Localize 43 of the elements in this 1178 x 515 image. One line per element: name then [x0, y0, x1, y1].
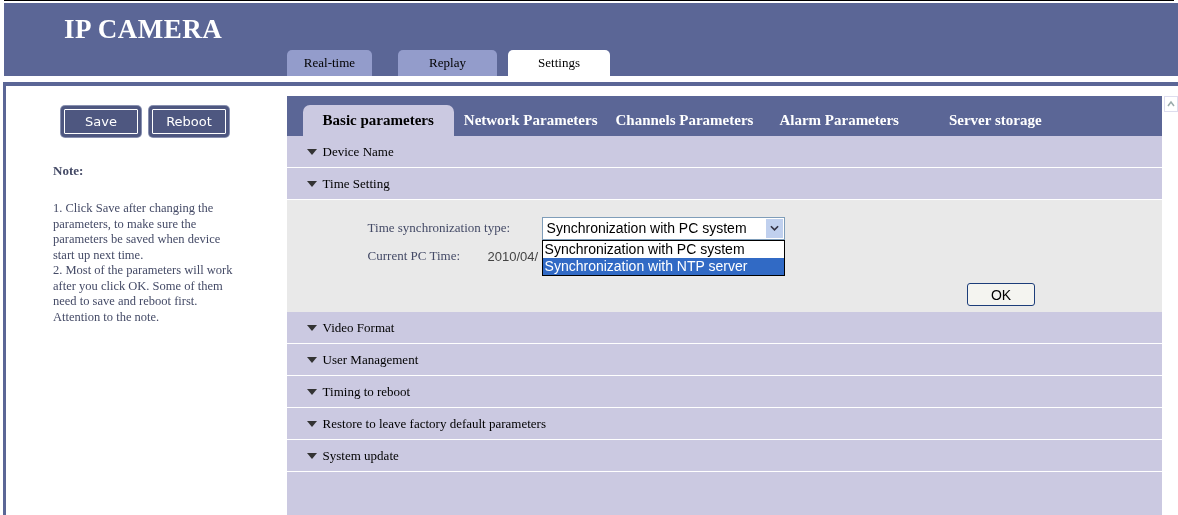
section-header[interactable]: System update	[286, 440, 1162, 472]
parameter-category-tab[interactable]: Server storage	[908, 105, 1052, 136]
triangle-down-icon	[306, 180, 317, 187]
section-header[interactable]: Restore to leave factory default parameters	[286, 408, 1162, 440]
triangle-down-icon	[306, 388, 317, 395]
section-label: System update	[322, 447, 399, 464]
triangle-down-icon	[306, 148, 317, 155]
section-label: Timing to reboot	[322, 383, 411, 400]
nav-tab[interactable]: Replay	[398, 50, 497, 76]
parameter-category-tab[interactable]: Basic parameters	[302, 105, 454, 136]
section-label: Time Setting	[322, 175, 390, 192]
app-title: IP CAMERA	[63, 13, 224, 46]
section-header[interactable]: Video Format	[286, 312, 1162, 344]
sync-type-dropdown[interactable]: Synchronization with PC system	[541, 216, 785, 240]
section-label: Video Format	[322, 319, 395, 336]
section-label: Restore to leave factory default parameters	[322, 415, 546, 432]
section-header[interactable]: Device Name	[286, 136, 1162, 168]
ok-button[interactable]: OK	[967, 283, 1035, 306]
dropdown-option[interactable]: Synchronization with NTP server	[542, 257, 784, 275]
section-header[interactable]: Timing to reboot	[286, 376, 1162, 408]
nav-tab[interactable]: Real-time	[287, 50, 372, 76]
field-label: Time synchronization type:	[367, 220, 512, 236]
time-value: 2010/04/	[487, 248, 539, 264]
note-title: Note:	[53, 163, 85, 179]
reboot-button[interactable]: Reboot	[149, 106, 229, 137]
section-header[interactable]: User Management	[286, 344, 1162, 376]
triangle-down-icon	[306, 324, 317, 331]
parameter-category-tab[interactable]: Alarm Parameters	[763, 105, 909, 136]
scroll-up-icon[interactable]	[1164, 96, 1178, 112]
parameter-category-tab[interactable]: Network Parameters	[453, 105, 608, 136]
nav-tab[interactable]: Settings	[508, 50, 610, 76]
parameter-category-tab[interactable]: Channels Parameters	[607, 105, 764, 136]
field-label: Current PC Time:	[367, 248, 462, 264]
section-header[interactable]: Time Setting	[286, 168, 1162, 200]
section-label: User Management	[322, 351, 419, 368]
save-button[interactable]: Save	[61, 106, 141, 137]
triangle-down-icon	[306, 356, 317, 363]
note-text: 2. Most of the parameters will work after you click OK. Some of them need to save and reboot first. Attention to the note.	[53, 263, 234, 325]
section-label: Device Name	[322, 143, 394, 160]
triangle-down-icon	[306, 452, 317, 459]
triangle-down-icon	[306, 420, 317, 427]
note-text: 1. Click Save after changing the parameters, to make sure the parameters be saved when device start up next time.	[53, 201, 222, 263]
dropdown-option[interactable]: Synchronization with PC system	[542, 240, 784, 258]
